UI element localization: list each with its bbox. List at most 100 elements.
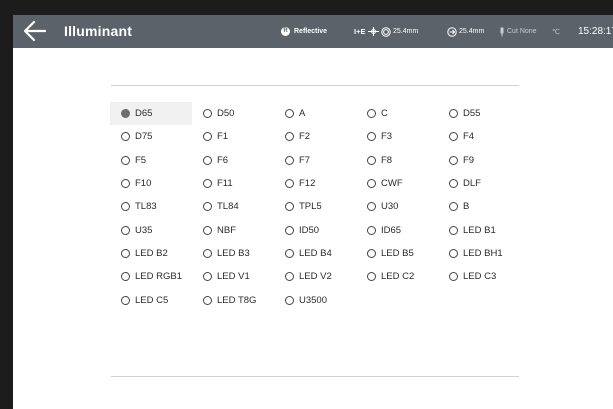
back-button[interactable] [21, 19, 47, 43]
radio-unchecked-icon[interactable] [203, 202, 212, 212]
radio-unchecked-icon[interactable] [121, 295, 130, 305]
radio-unchecked-icon[interactable] [449, 132, 458, 142]
aperture-indicator[interactable]: 25.4mm [368, 15, 418, 48]
illuminant-option[interactable]: C [356, 102, 438, 125]
radio-unchecked-icon[interactable] [449, 109, 458, 119]
illuminant-option[interactable]: LED T8G [192, 288, 274, 311]
illuminant-option[interactable]: DLF [438, 172, 520, 195]
radio-unchecked-icon[interactable] [121, 179, 130, 189]
view-aperture-indicator[interactable]: 25.4mm [447, 15, 484, 48]
specular-mode-indicator[interactable]: I+E [354, 15, 365, 48]
illuminant-option[interactable]: NBF [192, 218, 274, 241]
illuminant-option[interactable]: TPL5 [274, 195, 356, 218]
radio-checked-icon[interactable] [121, 109, 130, 119]
illuminant-option[interactable]: LED BH1 [438, 242, 520, 265]
illuminant-option[interactable]: ID65 [356, 218, 438, 241]
radio-unchecked-icon[interactable] [121, 248, 130, 258]
illuminant-option[interactable]: F10 [110, 172, 192, 195]
radio-unchecked-icon[interactable] [367, 248, 376, 258]
illuminant-option[interactable]: F3 [356, 125, 438, 148]
radio-unchecked-icon[interactable] [367, 132, 376, 142]
radio-unchecked-icon[interactable] [121, 272, 130, 282]
radio-unchecked-icon[interactable] [203, 248, 212, 258]
radio-unchecked-icon[interactable] [367, 272, 376, 282]
radio-unchecked-icon[interactable] [449, 225, 458, 235]
illuminant-option[interactable]: D50 [192, 102, 274, 125]
radio-unchecked-icon[interactable] [367, 225, 376, 235]
illuminant-option[interactable]: ID50 [274, 218, 356, 241]
illuminant-option[interactable]: LED C2 [356, 265, 438, 288]
radio-unchecked-icon[interactable] [285, 295, 294, 305]
radio-unchecked-icon[interactable] [449, 272, 458, 282]
radio-unchecked-icon[interactable] [367, 179, 376, 189]
illuminant-option[interactable]: U30 [356, 195, 438, 218]
illuminant-option[interactable]: LED C3 [438, 265, 520, 288]
radio-unchecked-icon[interactable] [285, 272, 294, 282]
clock: 15:28:17 [578, 15, 613, 48]
illuminant-option[interactable]: F7 [274, 149, 356, 172]
radio-unchecked-icon[interactable] [121, 202, 130, 212]
radio-unchecked-icon[interactable] [367, 109, 376, 119]
radio-unchecked-icon[interactable] [285, 109, 294, 119]
illuminant-option[interactable]: B [438, 195, 520, 218]
illuminant-option[interactable]: F9 [438, 149, 520, 172]
illuminant-option[interactable]: D55 [438, 102, 520, 125]
measure-mode-label: Reflective [294, 28, 328, 35]
illuminant-option[interactable]: F5 [110, 149, 192, 172]
illuminant-option[interactable]: F12 [274, 172, 356, 195]
measure-mode-indicator[interactable]: R Reflective [281, 15, 327, 48]
radio-unchecked-icon[interactable] [285, 132, 294, 142]
illuminant-option[interactable]: F8 [356, 149, 438, 172]
radio-unchecked-icon[interactable] [203, 109, 212, 119]
radio-unchecked-icon[interactable] [121, 132, 130, 142]
illuminant-option-label: D65 [135, 108, 153, 120]
view-aperture-icon [447, 26, 457, 37]
radio-unchecked-icon[interactable] [367, 155, 376, 165]
illuminant-option[interactable]: LED B1 [438, 218, 520, 241]
radio-unchecked-icon[interactable] [449, 202, 458, 212]
radio-unchecked-icon[interactable] [285, 248, 294, 258]
radio-unchecked-icon[interactable] [121, 225, 130, 235]
illuminant-option[interactable]: LED C5 [110, 288, 192, 311]
illuminant-option[interactable]: D65 [110, 102, 192, 126]
illuminant-option[interactable]: LED RGB1 [110, 265, 192, 288]
illuminant-option[interactable]: D75 [110, 125, 192, 148]
aperture-view-value: 25.4mm [459, 28, 485, 35]
illuminant-option[interactable]: LED B2 [110, 242, 192, 265]
radio-unchecked-icon[interactable] [203, 295, 212, 305]
illuminant-option[interactable]: F6 [192, 149, 274, 172]
illuminant-option[interactable]: CWF [356, 172, 438, 195]
radio-unchecked-icon[interactable] [203, 225, 212, 235]
illuminant-option[interactable]: U3500 [274, 288, 356, 311]
illuminant-option[interactable]: LED B5 [356, 242, 438, 265]
radio-unchecked-icon[interactable] [285, 202, 294, 212]
radio-unchecked-icon[interactable] [203, 132, 212, 142]
radio-unchecked-icon[interactable] [449, 179, 458, 189]
illuminant-option[interactable]: U35 [110, 218, 192, 241]
illuminant-option[interactable]: TL84 [192, 195, 274, 218]
illuminant-option[interactable]: LED B3 [192, 242, 274, 265]
divider-top [111, 85, 519, 86]
radio-unchecked-icon[interactable] [285, 179, 294, 189]
illuminant-option[interactable]: LED V2 [274, 265, 356, 288]
illuminant-option[interactable]: LED B4 [274, 242, 356, 265]
illuminant-option[interactable]: F4 [438, 125, 520, 148]
illuminant-option[interactable]: F11 [192, 172, 274, 195]
illuminant-option[interactable]: A [274, 102, 356, 125]
radio-unchecked-icon[interactable] [203, 155, 212, 165]
radio-unchecked-icon[interactable] [449, 155, 458, 165]
illuminant-option[interactable]: TL83 [110, 195, 192, 218]
temperature-unit: ℃ [552, 28, 560, 36]
cut-indicator[interactable]: Cut None [499, 15, 537, 48]
illuminant-option[interactable]: F2 [274, 125, 356, 148]
radio-unchecked-icon[interactable] [203, 272, 212, 282]
radio-unchecked-icon[interactable] [121, 155, 130, 165]
illuminant-option[interactable]: LED V1 [192, 265, 274, 288]
radio-unchecked-icon[interactable] [285, 225, 294, 235]
radio-unchecked-icon[interactable] [203, 179, 212, 189]
illuminant-option[interactable]: F1 [192, 125, 274, 148]
radio-unchecked-icon[interactable] [285, 155, 294, 165]
radio-unchecked-icon[interactable] [449, 248, 458, 258]
radio-unchecked-icon[interactable] [367, 202, 376, 212]
illuminant-option-label: NBF [217, 224, 236, 236]
